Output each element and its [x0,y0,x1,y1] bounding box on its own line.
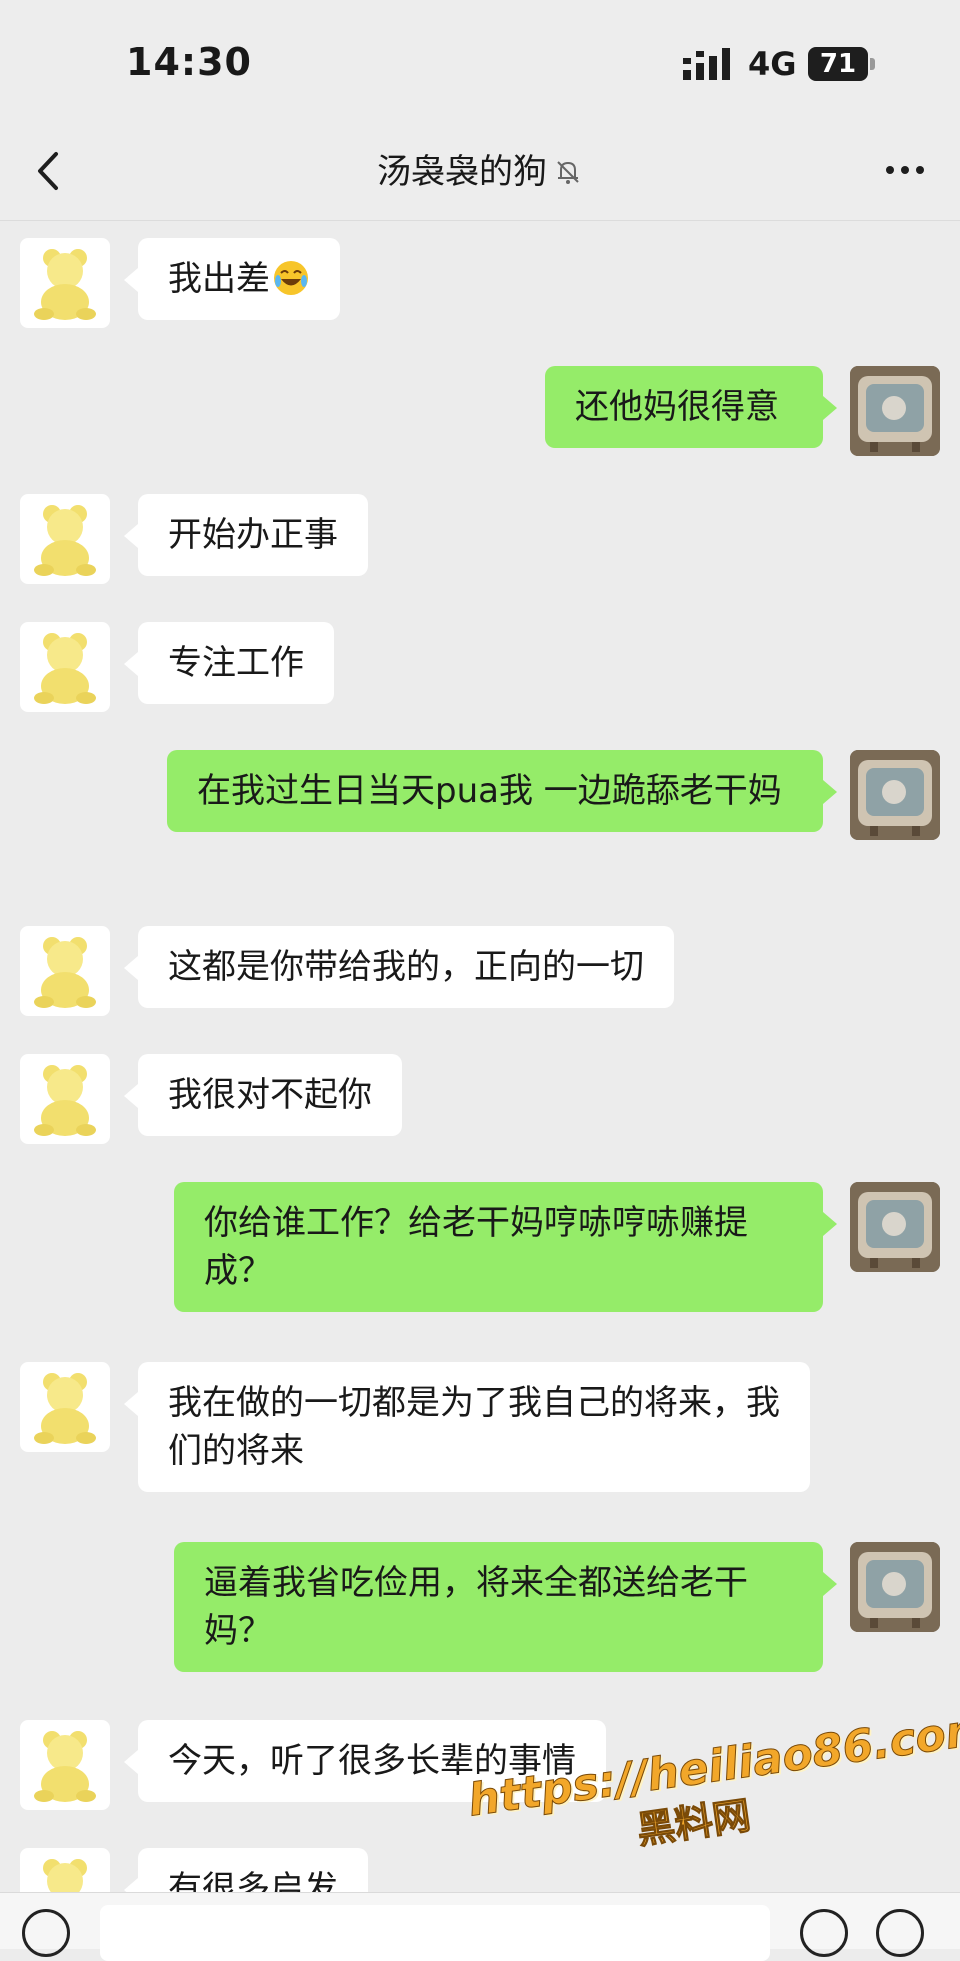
message-input[interactable] [100,1905,770,1961]
laughing-crying-emoji [274,261,308,295]
chat-header: 汤袅袅的狗 [0,120,960,221]
message-text: 有很多启发 [168,1869,338,1892]
message-list[interactable]: 我出差 还他妈很得意 开始办正事 专注工作 在我过生日当天pua我 一边跪舔老干… [0,222,960,1892]
yellow-bear-avatar[interactable] [20,238,110,328]
plus-icon[interactable] [876,1909,924,1957]
message-bubble-outgoing[interactable]: 逼着我省吃俭用，将来全都送给老干妈？ [174,1542,837,1672]
yellow-bear-avatar[interactable] [20,926,110,1016]
message-text: 我出差 [168,259,270,299]
yellow-bear-avatar[interactable] [20,1054,110,1144]
battery-tip [870,58,875,70]
bell-off-icon [557,161,579,184]
message-text: 开始办正事 [168,515,338,555]
emoji-icon[interactable] [800,1909,848,1957]
message-text: 我在做的一切都是为了我自己的将来，我们的将来 [168,1383,780,1471]
input-bar [0,1892,960,1961]
yellow-bear-avatar[interactable] [20,1848,110,1892]
yellow-bear-avatar[interactable] [20,622,110,712]
message-text: 逼着我省吃俭用，将来全都送给老干妈？ [204,1563,748,1651]
tv-photo-avatar[interactable] [850,366,940,456]
message-bubble-incoming[interactable]: 我出差 [124,238,340,320]
message-bubble-incoming[interactable]: 开始办正事 [124,494,368,576]
message-text: 你给谁工作？给老干妈哼哧哼哧赚提成？ [204,1203,748,1291]
message-text: 在我过生日当天pua我 一边跪舔老干妈 [197,771,782,811]
status-time: 14:30 [126,40,252,84]
message-bubble-incoming[interactable]: 我在做的一切都是为了我自己的将来，我们的将来 [124,1362,810,1492]
message-text: 还他妈很得意 [575,387,779,427]
yellow-bear-avatar[interactable] [20,1720,110,1810]
tv-photo-avatar[interactable] [850,1542,940,1632]
chat-title[interactable]: 汤袅袅的狗 [0,144,960,193]
yellow-bear-avatar[interactable] [20,1362,110,1452]
message-bubble-incoming[interactable]: 有很多启发 [124,1848,368,1892]
message-bubble-incoming[interactable]: 专注工作 [124,622,334,704]
ellipsis-icon[interactable] [880,150,930,190]
message-text: 这都是你带给我的，正向的一切 [168,947,644,987]
message-bubble-outgoing[interactable]: 在我过生日当天pua我 一边跪舔老干妈 [167,750,837,832]
battery-indicator: 71 [808,47,868,81]
message-bubble-outgoing[interactable]: 还他妈很得意 [545,366,837,448]
status-bar: 14:30 4G 71 [0,0,960,120]
tv-photo-avatar[interactable] [850,750,940,840]
message-text: 我很对不起你 [168,1075,372,1115]
chat-title-text: 汤袅袅的狗 [377,152,547,192]
tv-photo-avatar[interactable] [850,1182,940,1272]
message-text: 专注工作 [168,643,304,683]
voice-icon[interactable] [22,1909,70,1957]
message-bubble-incoming[interactable]: 我很对不起你 [124,1054,402,1136]
message-bubble-outgoing[interactable]: 你给谁工作？给老干妈哼哧哼哧赚提成？ [174,1182,837,1312]
message-bubble-incoming[interactable]: 这都是你带给我的，正向的一切 [124,926,674,1008]
network-type: 4G [748,45,797,83]
signal-icon [683,48,730,80]
yellow-bear-avatar[interactable] [20,494,110,584]
